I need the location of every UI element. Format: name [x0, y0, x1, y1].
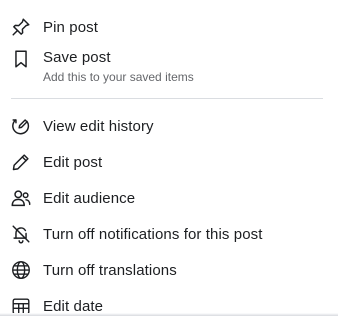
post-options-menu: Pin post Save post Add this to your save…	[0, 0, 338, 316]
pencil-icon	[9, 150, 33, 174]
turn-off-translations-item[interactable]: Turn off translations	[0, 254, 338, 286]
pin-post-item[interactable]: Pin post	[0, 11, 338, 43]
edit-audience-label: Edit audience	[43, 189, 136, 207]
view-edit-history-item[interactable]: View edit history	[0, 110, 338, 142]
bell-off-icon	[9, 222, 33, 246]
edit-audience-item[interactable]: Edit audience	[0, 182, 338, 214]
save-post-item[interactable]: Save post Add this to your saved items	[0, 43, 338, 87]
pin-icon	[9, 15, 33, 39]
edit-history-icon	[9, 114, 33, 138]
turn-off-notifications-label: Turn off notifications for this post	[43, 225, 263, 243]
pin-post-label: Pin post	[43, 18, 98, 36]
globe-icon	[9, 258, 33, 282]
bookmark-icon	[9, 47, 33, 71]
edit-post-item[interactable]: Edit post	[0, 146, 338, 178]
turn-off-translations-label: Turn off translations	[43, 261, 177, 279]
view-edit-history-label: View edit history	[43, 117, 154, 135]
save-post-label: Save post	[43, 49, 111, 66]
save-post-description: Add this to your saved items	[43, 70, 194, 84]
menu-divider	[11, 98, 323, 99]
edit-post-label: Edit post	[43, 153, 103, 171]
turn-off-notifications-item[interactable]: Turn off notifications for this post	[0, 218, 338, 250]
people-icon	[9, 186, 33, 210]
edit-date-label: Edit date	[43, 297, 104, 315]
